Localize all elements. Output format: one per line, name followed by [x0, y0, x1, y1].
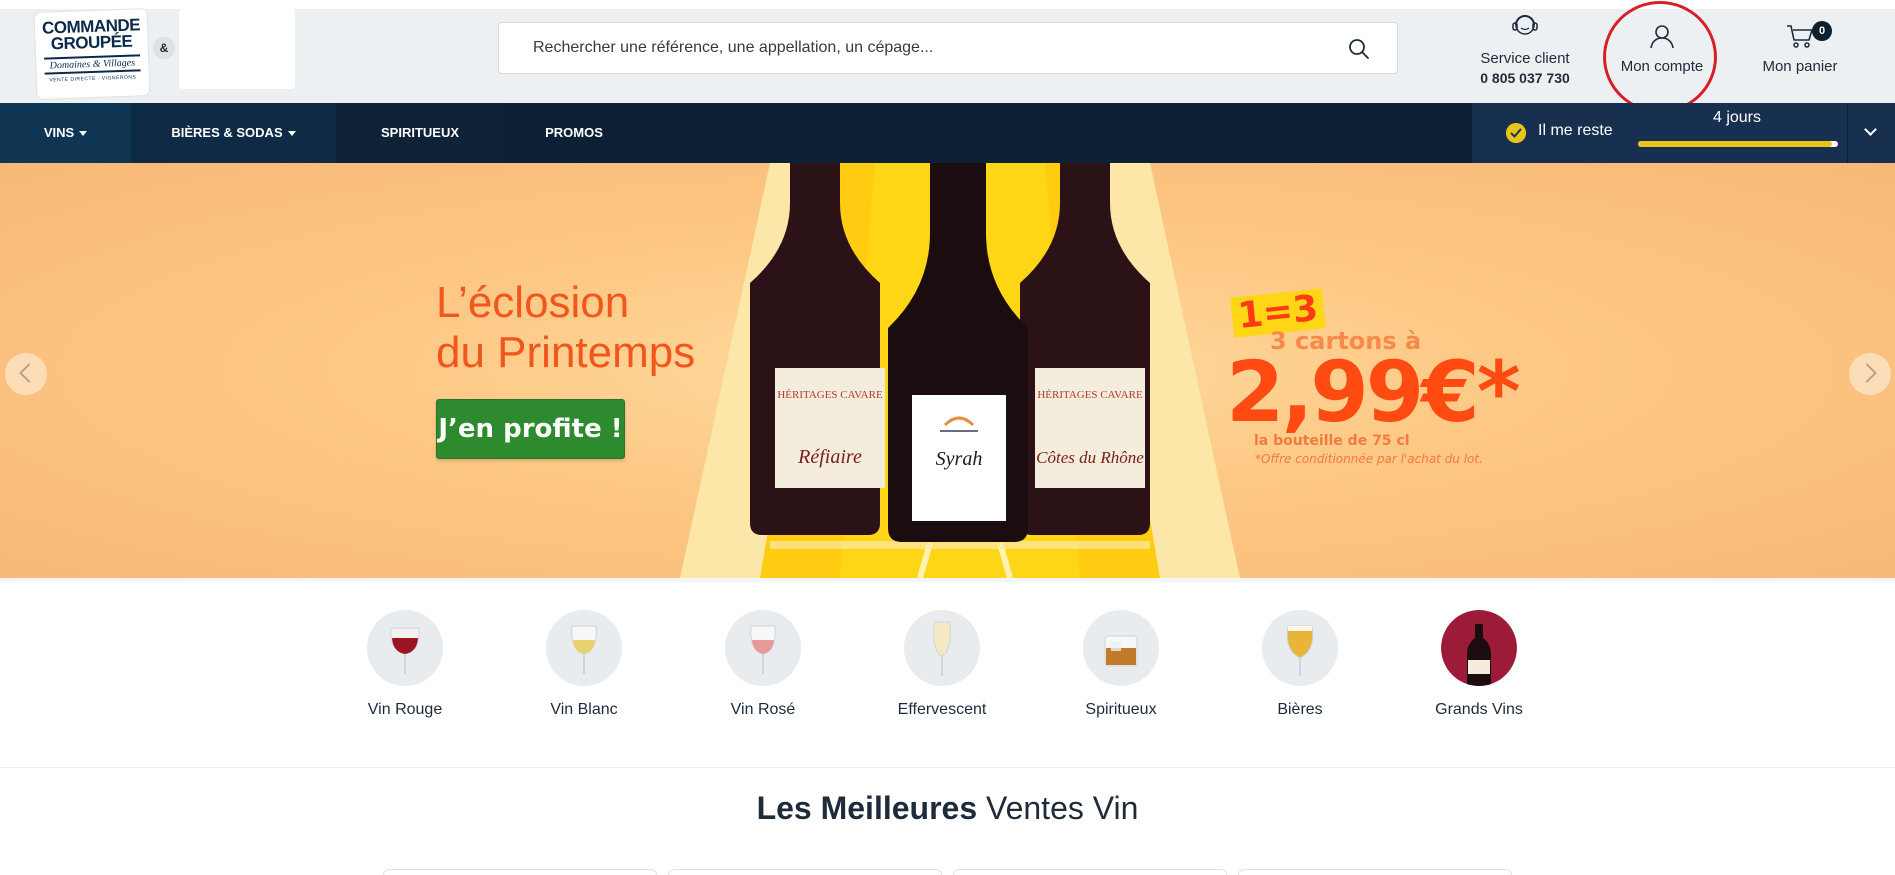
service-client[interactable]: Service client 0 805 037 730	[1455, 11, 1595, 86]
category-strip: Vin Rouge Vin Blanc Vin Rosé Effervescen…	[0, 578, 1895, 768]
service-client-label: Service client	[1480, 50, 1570, 67]
bottle-label-left-text: HÉRITAGES CAVARE	[777, 389, 883, 401]
product-card[interactable]	[953, 869, 1227, 875]
chevron-left-icon	[19, 363, 39, 383]
svg-text:Réfiaire: Réfiaire	[797, 446, 862, 468]
search-icon[interactable]	[1347, 37, 1371, 61]
countdown-days: 4 jours	[1712, 109, 1762, 126]
search-input[interactable]	[533, 23, 1313, 73]
promo-note: *Offre conditionnée par l'achat du lot.	[1255, 452, 1483, 466]
caret-down-icon	[79, 131, 88, 137]
category-vin-rose[interactable]: Vin Rosé	[693, 610, 833, 720]
category-spiritueux[interactable]: Spiritueux	[1051, 610, 1191, 720]
white-wine-glass-icon	[546, 610, 622, 686]
nav-tab-label: SPIRITUEUX	[380, 125, 459, 140]
red-wine-glass-icon	[367, 610, 443, 686]
carousel-prev-button[interactable]	[5, 353, 47, 395]
category-label: Grands Vins	[1435, 701, 1523, 718]
banner-bottles-illustration: HÉRITAGES CAVARE Réfiaire HÉRITAGES CAVA…	[680, 163, 1240, 578]
best-sellers-rest: Ventes Vin	[986, 790, 1139, 826]
category-label: Vin Rouge	[367, 701, 443, 718]
countdown-expand-button[interactable]	[1847, 103, 1895, 163]
check-circle-icon	[1506, 123, 1526, 143]
product-card[interactable]	[1238, 869, 1512, 875]
banner-cta-button[interactable]: J’en profite !	[436, 399, 625, 459]
site-logo[interactable]: COMMANDE GROUPÉE Domaines & Villages VEN…	[34, 9, 150, 99]
nav-tab-label: BIÈRES & SODAS	[171, 125, 283, 140]
service-client-phone[interactable]: 0 805 037 730	[1455, 70, 1595, 86]
category-label: Vin Blanc	[550, 701, 618, 718]
countdown-label: Il me reste	[1538, 122, 1613, 139]
carousel-next-button[interactable]	[1849, 353, 1891, 395]
whisky-glass-icon	[1083, 610, 1159, 686]
caret-down-icon	[287, 131, 296, 137]
banner-title: L’éclosion du Printemps	[436, 278, 695, 378]
headset-icon	[1512, 15, 1538, 35]
account-label: Mon compte	[1620, 58, 1704, 75]
cart-link[interactable]: 0 Mon panier	[1740, 21, 1860, 75]
product-cards-row	[0, 869, 1895, 875]
cart-label: Mon panier	[1762, 58, 1838, 75]
bottle-label-center-text: Syrah	[936, 448, 983, 470]
beer-glass-icon	[1262, 610, 1338, 686]
search-bar	[498, 22, 1398, 74]
best-sellers-heading: Les Meilleures Ventes Vin	[0, 790, 1895, 827]
category-effervescent[interactable]: Effervescent	[872, 610, 1012, 720]
cart-icon	[1787, 25, 1813, 48]
promo-subtitle: la bouteille de 75 cl	[1254, 433, 1410, 449]
logo-text-domaines: Domaines & Villages	[44, 54, 141, 75]
promo-price: 2,99€*	[1226, 343, 1521, 441]
order-countdown[interactable]: Il me reste 4 jours	[1472, 103, 1847, 163]
logo-text-groupee: GROUPÉE	[50, 31, 133, 54]
product-card[interactable]	[383, 869, 657, 875]
nav-tab-label: VINS	[43, 125, 75, 140]
champagne-flute-icon	[904, 610, 980, 686]
nav-tab-bieres-sodas[interactable]: BIÈRES & SODAS	[131, 103, 336, 163]
chevron-down-icon	[1864, 123, 1877, 136]
logo-text-tagline: VENTE DIRECTE · VIGNERONS	[49, 74, 137, 84]
partner-logo-placeholder	[179, 9, 295, 89]
account-link[interactable]: Mon compte	[1600, 23, 1724, 75]
category-vin-blanc[interactable]: Vin Blanc	[514, 610, 654, 720]
countdown-progress-fill	[1638, 141, 1832, 147]
nav-tab-vins[interactable]: VINS	[0, 103, 131, 163]
best-sellers-bold: Les Meilleures	[756, 790, 978, 826]
product-card[interactable]	[668, 869, 942, 875]
countdown-progress-track	[1638, 141, 1838, 147]
banner-title-line1: L’éclosion	[436, 278, 630, 327]
chevron-right-icon	[1857, 363, 1877, 383]
nav-tab-spiritueux[interactable]: SPIRITUEUX	[336, 103, 504, 163]
category-bieres[interactable]: Bières	[1230, 610, 1370, 720]
svg-text:Côtes du Rhône: Côtes du Rhône	[1036, 448, 1144, 467]
nav-tab-label: PROMOS	[545, 125, 603, 140]
wine-bottle-icon	[1441, 610, 1517, 686]
nav-tab-promos[interactable]: PROMOS	[504, 103, 644, 163]
category-label: Vin Rosé	[730, 701, 796, 718]
bottle-label-right-text: HÉRITAGES CAVARE	[1037, 389, 1143, 401]
rose-wine-glass-icon	[725, 610, 801, 686]
category-label: Effervescent	[897, 701, 987, 718]
category-vin-rouge[interactable]: Vin Rouge	[335, 610, 475, 720]
category-label: Bières	[1277, 701, 1323, 718]
cart-count-badge: 0	[1812, 21, 1832, 41]
category-label: Spiritueux	[1085, 701, 1157, 718]
hero-banner[interactable]: HÉRITAGES CAVARE Réfiaire HÉRITAGES CAVA…	[0, 163, 1895, 578]
site-header: COMMANDE GROUPÉE Domaines & Villages VEN…	[0, 0, 1895, 103]
main-navigation: VINS BIÈRES & SODAS SPIRITUEUX PROMOS Il…	[0, 103, 1895, 163]
user-icon	[1650, 25, 1674, 49]
banner-title-line2: du Printemps	[436, 328, 696, 377]
logo-ampersand: &	[153, 37, 175, 59]
category-grands-vins[interactable]: Grands Vins	[1409, 610, 1549, 720]
